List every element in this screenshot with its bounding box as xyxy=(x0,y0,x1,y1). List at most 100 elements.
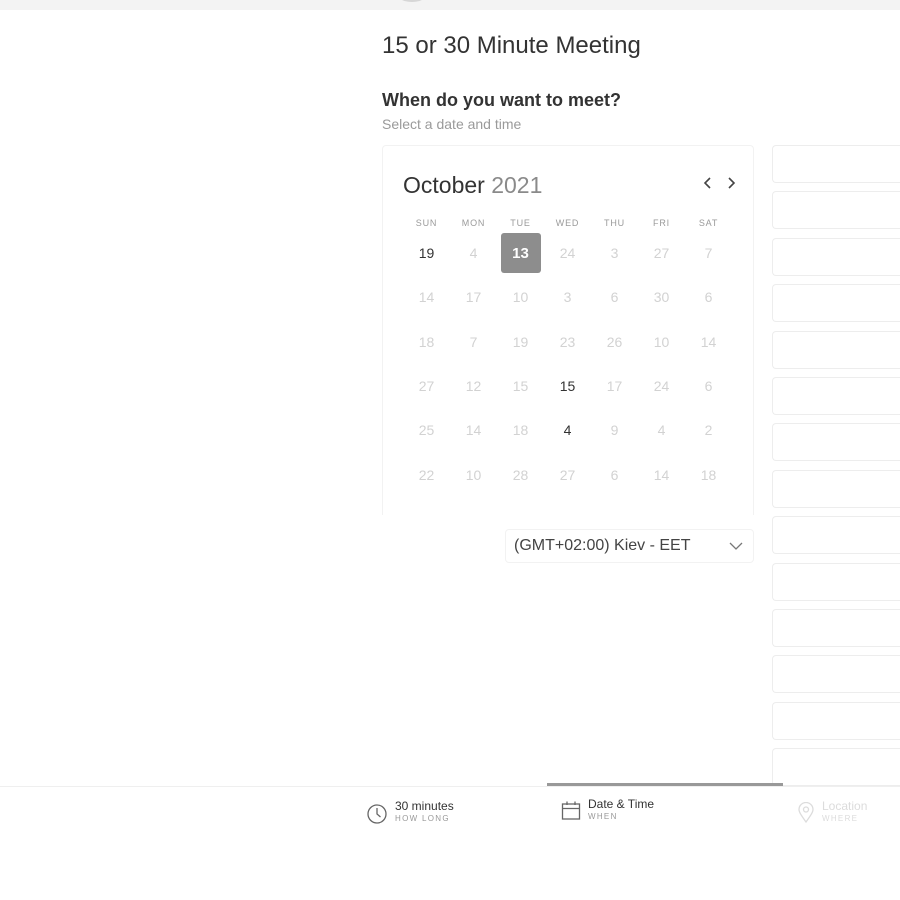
time-slot-button[interactable] xyxy=(772,377,900,415)
step-date-time-sub: WHEN xyxy=(588,812,618,821)
day-number: 14 xyxy=(700,333,717,350)
year-label: 2021 xyxy=(491,172,543,198)
day-number: 4 xyxy=(563,422,572,439)
unavailable-day: 15 xyxy=(497,364,544,408)
day-number: 30 xyxy=(653,289,670,306)
step-location: Location WHERE xyxy=(797,799,867,825)
day-number: 2 xyxy=(704,422,713,439)
time-slot-button[interactable] xyxy=(772,423,900,462)
timezone-select[interactable]: (GMT+02:00) Kiev - EET xyxy=(505,529,754,563)
unavailable-day: 22 xyxy=(403,452,450,496)
step-duration-sub: HOW LONG xyxy=(395,814,450,823)
time-slot-button[interactable] xyxy=(772,701,900,740)
day-number: 25 xyxy=(418,422,435,439)
day-number: 3 xyxy=(610,245,619,262)
day-number: 22 xyxy=(418,466,435,483)
step-location-sub: WHERE xyxy=(822,814,859,823)
day-number: 10 xyxy=(465,466,482,483)
day-number: 18 xyxy=(512,422,529,439)
day-number: 4 xyxy=(657,422,666,439)
time-slot-button[interactable] xyxy=(772,469,900,508)
day-number: 4 xyxy=(469,245,478,262)
day-number: 26 xyxy=(606,333,623,350)
day-number: 14 xyxy=(418,289,435,306)
weekday-label: TUE xyxy=(510,218,531,228)
day-number: 10 xyxy=(512,289,529,306)
unavailable-day: 6 xyxy=(685,275,732,319)
event-title: 15 or 30 Minute Meeting xyxy=(382,32,641,59)
weekday-label: THU xyxy=(604,218,625,228)
unavailable-day: 17 xyxy=(591,364,638,408)
unavailable-day: 10 xyxy=(497,275,544,319)
unavailable-day: 4 xyxy=(638,408,685,452)
unavailable-day: 6 xyxy=(685,364,732,408)
time-slot-button[interactable] xyxy=(772,609,900,647)
weekday-label: SUN xyxy=(415,218,438,228)
step-duration[interactable]: 30 minutes HOW LONG xyxy=(366,799,454,825)
day-number: 18 xyxy=(700,466,717,483)
unavailable-day: 18 xyxy=(403,320,450,364)
unavailable-day: 27 xyxy=(403,364,450,408)
selected-day[interactable]: 13 xyxy=(497,231,544,275)
top-bar xyxy=(0,0,900,10)
unavailable-day: 19 xyxy=(497,320,544,364)
unavailable-day: 30 xyxy=(638,275,685,319)
time-slot-button[interactable] xyxy=(772,516,900,555)
unavailable-day: 7 xyxy=(685,231,732,275)
unavailable-day: 17 xyxy=(450,275,497,319)
time-slot-button[interactable] xyxy=(772,655,900,694)
time-slot-button[interactable] xyxy=(772,330,900,369)
time-slot-button[interactable] xyxy=(772,562,900,601)
available-day[interactable]: 19 xyxy=(403,231,450,275)
day-number: 17 xyxy=(606,378,623,395)
available-day[interactable]: 15 xyxy=(544,364,591,408)
day-number: 27 xyxy=(418,378,435,395)
calendar: October 2021 SUN MON TUE WED THU FRI SAT 19 4 13… xyxy=(382,145,754,515)
unavailable-day: 2 xyxy=(685,408,732,452)
day-number: 6 xyxy=(610,289,619,306)
date-subtext: Select a date and time xyxy=(382,116,522,132)
next-month-button[interactable] xyxy=(720,170,742,196)
unavailable-day: 27 xyxy=(544,452,591,496)
unavailable-day: 27 xyxy=(638,231,685,275)
time-slot-button[interactable] xyxy=(772,145,900,183)
day-number: 14 xyxy=(653,466,670,483)
day-number: 15 xyxy=(512,378,529,395)
day-number: 15 xyxy=(559,378,576,395)
day-number: 18 xyxy=(418,333,435,350)
unavailable-day: 6 xyxy=(591,452,638,496)
day-number: 27 xyxy=(559,466,576,483)
unavailable-day: 10 xyxy=(638,320,685,364)
location-pin-icon xyxy=(798,802,814,824)
step-progress-indicator xyxy=(547,783,783,786)
day-number: 23 xyxy=(559,333,576,350)
chevron-right-icon xyxy=(728,177,736,189)
unavailable-day: 28 xyxy=(497,452,544,496)
day-number: 19 xyxy=(418,245,435,262)
unavailable-day: 3 xyxy=(544,275,591,319)
unavailable-day: 7 xyxy=(450,320,497,364)
unavailable-day: 23 xyxy=(544,320,591,364)
weekday-label: SAT xyxy=(698,218,719,228)
day-number: 17 xyxy=(465,289,482,306)
weekday-label: MON xyxy=(461,218,486,228)
unavailable-day: 10 xyxy=(450,452,497,496)
weekday-label: FRI xyxy=(653,218,670,228)
day-number: 6 xyxy=(704,378,713,395)
avatar xyxy=(394,0,430,2)
time-slot-button[interactable] xyxy=(772,237,900,276)
prev-month-button[interactable] xyxy=(697,170,719,196)
day-number: 3 xyxy=(563,289,572,306)
chevron-left-icon xyxy=(703,177,711,189)
date-question: When do you want to meet? xyxy=(382,90,621,110)
unavailable-day: 25 xyxy=(403,408,450,452)
day-number: 10 xyxy=(653,333,670,350)
time-slot-button[interactable] xyxy=(772,748,900,787)
unavailable-day: 26 xyxy=(591,320,638,364)
step-date-time[interactable]: Date & Time WHEN xyxy=(561,797,654,823)
day-number: 7 xyxy=(469,333,478,350)
time-slot-button[interactable] xyxy=(772,284,900,323)
available-day[interactable]: 4 xyxy=(544,408,591,452)
unavailable-day: 6 xyxy=(591,275,638,319)
time-slot-button[interactable] xyxy=(772,191,900,230)
